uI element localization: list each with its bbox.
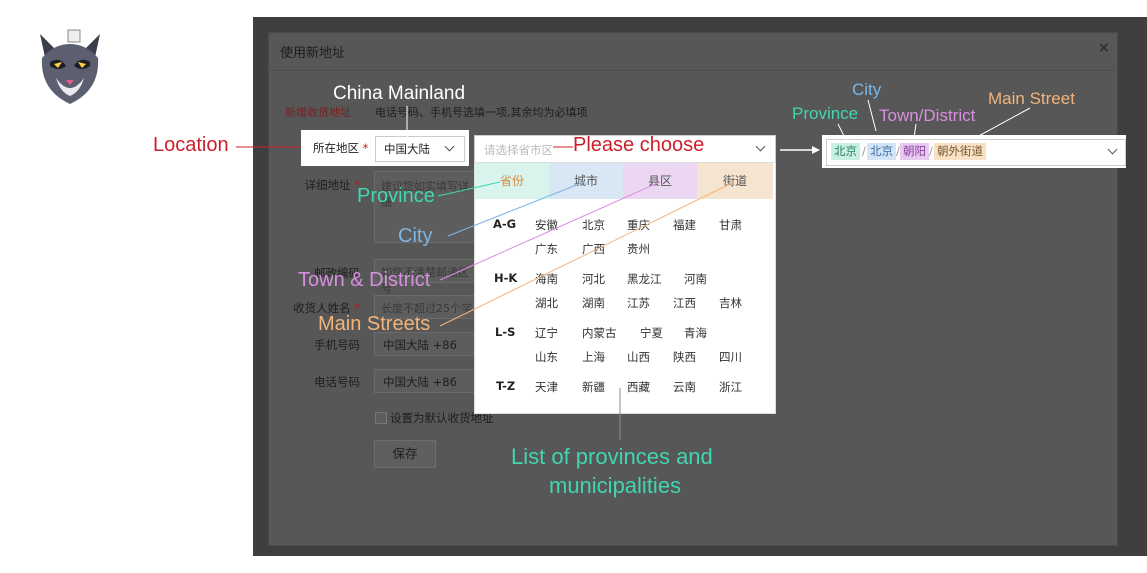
annotation-province: Province — [357, 185, 435, 207]
annotation-location: Location — [153, 134, 229, 156]
annotation-please-choose: Please choose — [573, 134, 705, 156]
annotation-list-line2: municipalities — [549, 473, 682, 498]
annotation-city: City — [398, 225, 433, 247]
annotation-result-city: City — [852, 80, 882, 99]
annotation-town-district: Town & District — [298, 269, 431, 291]
annotation-main-streets: Main Streets — [318, 313, 431, 335]
annotation-china-mainland: China Mainland — [333, 83, 466, 104]
annotation-result-town: Town/District — [879, 106, 976, 125]
annotation-result-province: Province — [792, 104, 859, 123]
annotation-result-main-street: Main Street — [988, 89, 1075, 108]
annotation-list-line1: List of provinces and — [511, 444, 713, 469]
